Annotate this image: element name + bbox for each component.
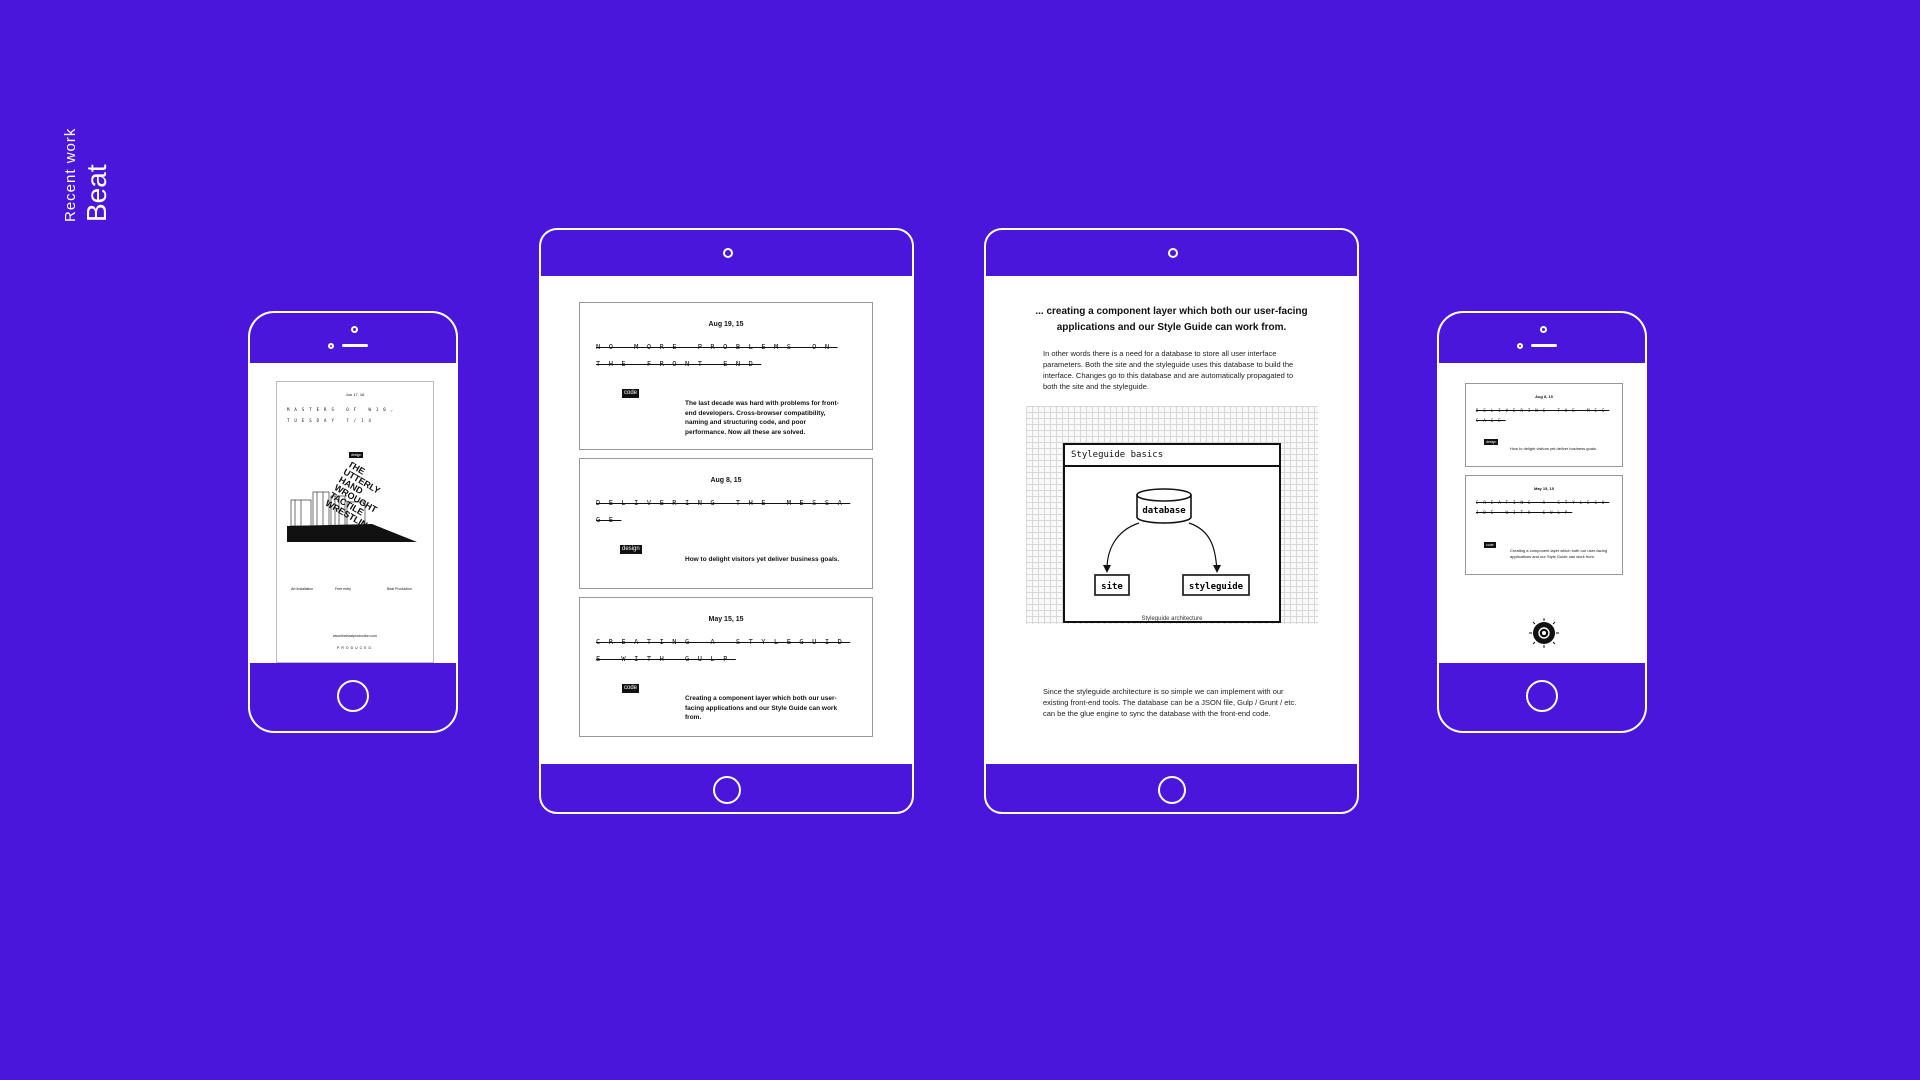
loading-spinner-icon: [1529, 618, 1559, 648]
site-label: site: [1101, 581, 1123, 592]
post-title[interactable]: No more problems on the front end: [596, 339, 854, 373]
post-excerpt: How to delight visitors yet deliver busi…: [685, 556, 840, 563]
post-date: Aug 8, 15: [710, 477, 742, 484]
post-date: May 15, 15: [1533, 486, 1554, 491]
post-tag[interactable]: code: [1484, 542, 1496, 548]
post-title[interactable]: Creating a styleguide with gulp: [596, 634, 854, 668]
diagram-figure: Styleguide basics database site stylegui…: [1026, 406, 1318, 624]
tablet-bottom-bezel: [986, 764, 1357, 812]
camera-icon: [351, 326, 358, 333]
sensor-icon: [1517, 343, 1523, 349]
tablet-top-bezel: [986, 230, 1357, 276]
post-excerpt: Creating a component layer which both ou…: [1510, 548, 1608, 559]
home-button[interactable]: [1158, 776, 1186, 804]
db-label: database: [1142, 506, 1186, 516]
poster-date: Jun 17, 16: [345, 392, 365, 397]
post-title[interactable]: Delivering the message: [596, 495, 854, 529]
tablet-article: ... creating a component layer which bot…: [984, 228, 1359, 814]
home-button[interactable]: [713, 776, 741, 804]
post-card[interactable]: Aug 8, 15 Delivering the message design …: [579, 458, 873, 589]
poster-title: Masters of W10, Tuesday 7/14: [287, 407, 399, 423]
post-excerpt: Creating a component layer which both ou…: [685, 695, 838, 721]
post-excerpt: The last decade was hard with problems f…: [685, 400, 839, 436]
phone-bottom-bezel: [1439, 663, 1645, 731]
architecture-diagram: database site styleguide: [1094, 488, 1250, 596]
poster-col-3: Beat Production: [387, 587, 412, 591]
article-outro: Since the styleguide architecture is so …: [1043, 687, 1297, 718]
diagram-caption: Styleguide architecture: [1141, 616, 1203, 622]
post-card[interactable]: May 15, 15 Creating a styleguide with gu…: [579, 597, 873, 737]
home-button[interactable]: [337, 680, 369, 712]
phone-top-bezel: [1439, 313, 1645, 363]
post-tag[interactable]: design: [620, 545, 642, 554]
tablet-post-list: Aug 19, 15 No more problems on the front…: [539, 228, 914, 814]
poster-artwork: THEUTTERLYHAND WROUGHTTACTILEWRESTLING: [287, 462, 417, 542]
post-title[interactable]: Delivering the message: [1476, 406, 1612, 426]
tablet-article-screen[interactable]: ... creating a component layer which bot…: [986, 276, 1357, 764]
tablet-top-bezel: [541, 230, 912, 276]
phone-top-bezel: [250, 313, 456, 363]
post-title[interactable]: Creating a styleguide with gulp: [1476, 498, 1612, 518]
poster-col-1: Art Installation: [291, 587, 314, 591]
phone-left-screen[interactable]: Jun 17, 16 Masters of W10, Tuesday 7/14 …: [250, 363, 456, 663]
speaker-icon: [1531, 344, 1557, 347]
home-button[interactable]: [1526, 680, 1558, 712]
phone-right-screen[interactable]: Aug 8, 15 Delivering the message design …: [1439, 363, 1645, 663]
article-heading: ... creating a component layer which bot…: [1035, 306, 1308, 333]
styleguide-label: styleguide: [1189, 581, 1244, 592]
camera-icon: [1168, 248, 1178, 258]
speaker-icon: [342, 344, 368, 347]
section-title: Beat: [81, 164, 112, 222]
post-tag[interactable]: code: [622, 389, 640, 398]
post-tag[interactable]: code: [622, 684, 640, 693]
tablet-list-screen[interactable]: Aug 19, 15 No more problems on the front…: [541, 276, 912, 764]
post-card[interactable]: May 15, 15 Creating a styleguide with gu…: [1465, 475, 1623, 575]
phone-left: Jun 17, 16 Masters of W10, Tuesday 7/14 …: [248, 311, 458, 733]
tablet-bottom-bezel: [541, 764, 912, 812]
poster[interactable]: Jun 17, 16 Masters of W10, Tuesday 7/14 …: [276, 381, 434, 663]
post-card[interactable]: Aug 19, 15 No more problems on the front…: [579, 302, 873, 450]
diagram-window-title: Styleguide basics: [1065, 445, 1279, 467]
diagram-window: Styleguide basics database site stylegui…: [1063, 443, 1281, 623]
poster-tag[interactable]: design: [349, 452, 364, 458]
poster-footer-mark: PRODUCED: [336, 646, 374, 650]
phone-bottom-bezel: [250, 663, 456, 731]
camera-icon: [723, 248, 733, 258]
camera-icon: [1540, 326, 1547, 333]
post-date: Aug 8, 15: [1535, 394, 1553, 399]
post-date: Aug 19, 15: [708, 321, 744, 328]
section-label: Recent work Beat: [62, 128, 114, 222]
article-intro: In other words there is a need for a dat…: [1043, 349, 1294, 391]
post-excerpt: How to delight visitors yet deliver busi…: [1510, 446, 1597, 451]
poster-footer-link[interactable]: www.thebeatproduction.com: [277, 634, 433, 639]
section-kicker: Recent work: [62, 127, 79, 222]
phone-right: Aug 8, 15 Delivering the message design …: [1437, 311, 1647, 733]
post-date: May 15, 15: [708, 616, 744, 623]
post-card[interactable]: Aug 8, 15 Delivering the message design …: [1465, 383, 1623, 467]
sensor-icon: [328, 343, 334, 349]
poster-col-2: Free entry: [335, 587, 351, 591]
post-tag[interactable]: design: [1484, 439, 1499, 445]
